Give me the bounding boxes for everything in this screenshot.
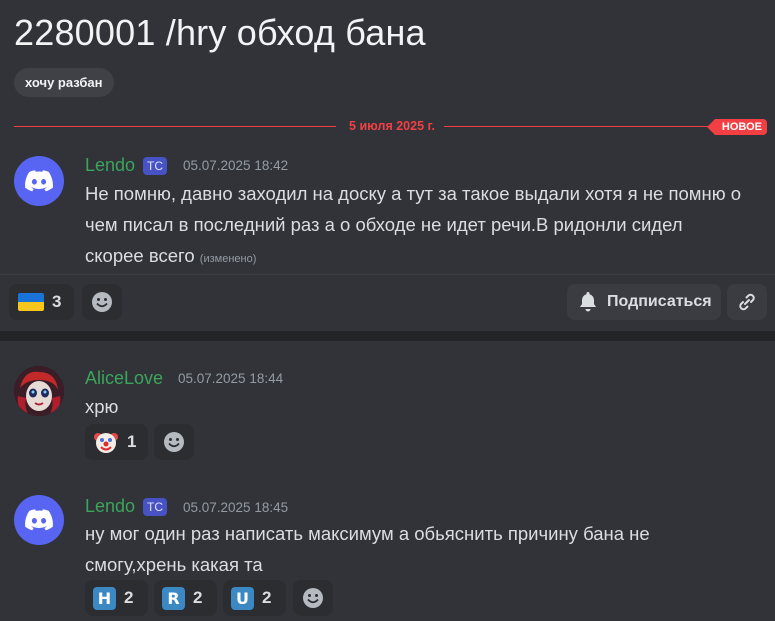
subscribe-button[interactable]: Подписаться: [567, 284, 721, 320]
discord-logo-icon: [25, 509, 53, 531]
timestamp: 05.07.2025 18:44: [178, 371, 284, 386]
add-reaction-button[interactable]: [82, 284, 122, 320]
reaction-count: 2: [262, 588, 272, 607]
reaction-count: 2: [193, 588, 203, 607]
message-line: ну мог один раз написать максимум а обья…: [85, 523, 650, 544]
message-content: хрю: [85, 391, 118, 422]
username[interactable]: AliceLove: [85, 368, 163, 389]
message-line: чем писал в последний раз а о обходе не …: [85, 214, 683, 235]
thread-title: 2280001 /hry обход бана: [14, 12, 426, 53]
section-gap: [0, 331, 775, 341]
timestamp: 05.07.2025 18:42: [183, 158, 289, 173]
divider-line: [14, 126, 336, 127]
ukraine-flag-icon: [18, 293, 44, 311]
message-line: Не помню, давно заходил на доску а тут з…: [85, 183, 742, 204]
add-reaction-button[interactable]: [293, 580, 333, 616]
alice-avatar-icon: [14, 366, 64, 416]
message-content: Не помню, давно заходил на доску а тут з…: [85, 178, 741, 275]
smile-icon: [303, 588, 323, 608]
message-content: ну мог один раз написать максимум а обья…: [85, 518, 650, 580]
reaction-letter-r[interactable]: R 2: [154, 580, 217, 616]
regional-indicator-h-icon: H: [93, 586, 116, 610]
reaction-letter-u[interactable]: U 2: [223, 580, 286, 616]
message-line: смогу,хрень какая та: [85, 554, 263, 575]
op-badge: ТС: [143, 157, 167, 175]
avatar[interactable]: [14, 156, 64, 206]
bell-icon: [580, 292, 596, 312]
avatar[interactable]: [14, 366, 64, 416]
thread-view: 2280001 /hry обход бана хочу разбан 5 ию…: [0, 0, 775, 621]
divider-date: 5 июля 2025 г.: [349, 119, 435, 133]
add-reaction-button[interactable]: [154, 424, 194, 460]
message-line: скорее всего: [85, 245, 195, 266]
clown-face-icon: [94, 433, 118, 453]
op-badge: ТС: [143, 498, 167, 516]
reaction-clown[interactable]: 1: [85, 424, 148, 460]
smile-icon: [164, 432, 184, 452]
new-messages-divider: 5 июля 2025 г. НОВОЕ: [14, 118, 767, 136]
edited-label: (изменено): [199, 253, 257, 265]
reaction-count: 2: [124, 588, 134, 607]
username[interactable]: Lendo: [85, 155, 135, 176]
regional-indicator-r-icon: R: [162, 586, 185, 610]
timestamp: 05.07.2025 18:45: [183, 500, 289, 515]
reaction-count: 1: [127, 432, 137, 451]
divider-line: [444, 126, 717, 127]
discord-logo-icon: [25, 170, 53, 192]
thread-tag[interactable]: хочу разбан: [14, 68, 114, 97]
new-badge: НОВОЕ: [706, 119, 767, 135]
separator: [0, 274, 775, 275]
smile-icon: [92, 292, 112, 312]
reaction-ukraine[interactable]: 3: [9, 284, 74, 320]
avatar[interactable]: [14, 495, 64, 545]
subscribe-label: Подписаться: [607, 293, 712, 310]
reaction-letter-h[interactable]: H 2: [85, 580, 148, 616]
copy-link-button[interactable]: [727, 284, 767, 320]
username[interactable]: Lendo: [85, 496, 135, 517]
message-line: хрю: [85, 396, 119, 417]
reaction-count: 3: [52, 292, 62, 311]
regional-indicator-u-icon: U: [231, 586, 254, 610]
link-icon: [739, 293, 755, 311]
